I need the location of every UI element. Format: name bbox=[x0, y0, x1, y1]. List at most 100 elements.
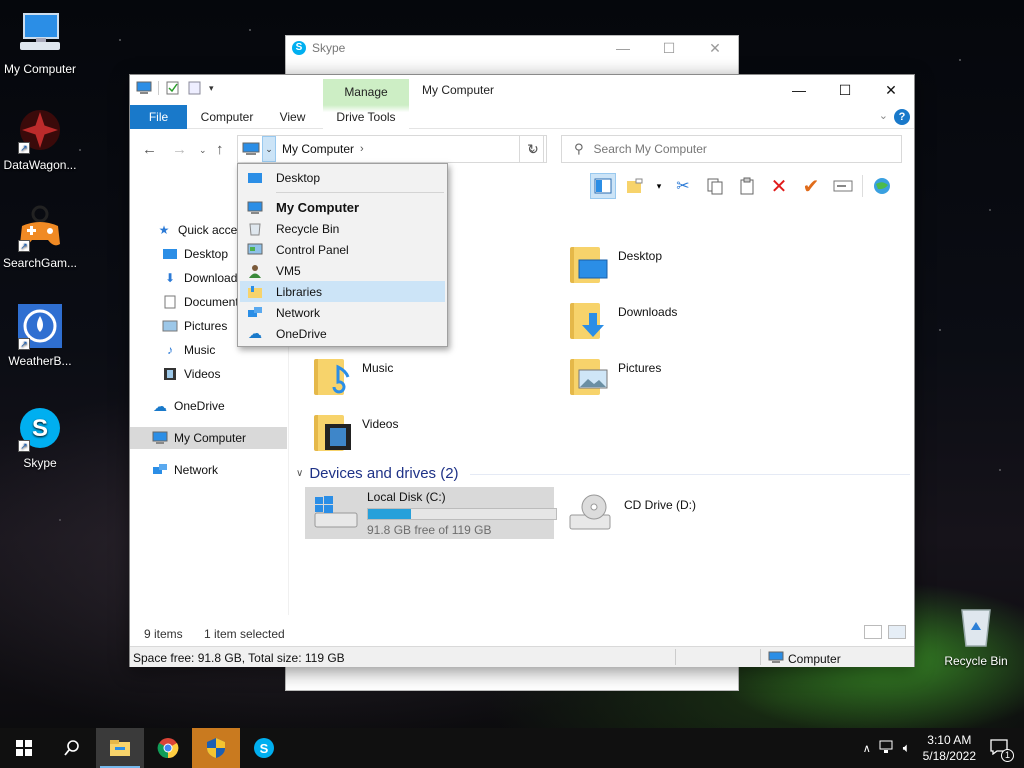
menu-item-recycle-bin[interactable]: Recycle Bin bbox=[240, 218, 445, 239]
status-bar: 9 items 1 item selected bbox=[130, 623, 914, 645]
tab-file[interactable]: File bbox=[130, 105, 187, 129]
checkmark-icon[interactable]: ✔ bbox=[798, 173, 824, 199]
folder-desktop[interactable]: Desktop bbox=[568, 241, 788, 289]
forward-arrow-icon[interactable]: → bbox=[172, 141, 187, 158]
properties-icon[interactable] bbox=[165, 81, 181, 95]
search-input[interactable]: Search My Computer bbox=[594, 142, 707, 156]
cloud-icon: ☁ bbox=[248, 325, 262, 341]
large-icons-view-icon[interactable] bbox=[888, 625, 906, 639]
qat-dropdown-icon[interactable]: ▾ bbox=[209, 83, 214, 94]
globe-icon[interactable] bbox=[869, 173, 895, 199]
folder-downloads[interactable]: Downloads bbox=[568, 297, 788, 345]
copy-icon[interactable] bbox=[702, 173, 728, 199]
desktop-icon-weatherbug[interactable]: ↗ WeatherB... bbox=[0, 302, 80, 368]
drive-cd-d[interactable]: CD Drive (D:) bbox=[562, 487, 802, 539]
recent-locations-icon[interactable]: ⌄ bbox=[199, 145, 207, 156]
delete-icon[interactable]: ✕ bbox=[766, 173, 792, 199]
skype-close-button[interactable]: ✕ bbox=[692, 36, 738, 60]
desktop-icon-searchgames[interactable]: ↗ SearchGam... bbox=[0, 204, 80, 270]
sidebar-item-documents[interactable]: Documents bbox=[162, 291, 240, 313]
address-bar[interactable]: ⌄ My Computer › ⌄ bbox=[237, 135, 544, 163]
menu-item-label: Recycle Bin bbox=[276, 221, 340, 236]
sidebar-item-my-computer[interactable]: My Computer bbox=[130, 427, 287, 449]
minimize-button[interactable]: — bbox=[776, 75, 822, 105]
tab-view[interactable]: View bbox=[270, 105, 315, 129]
film-icon bbox=[162, 366, 178, 382]
network-icon bbox=[246, 305, 264, 321]
network-tray-icon[interactable] bbox=[879, 740, 895, 757]
command-toolbar: ▾ ✂ ✕ ✔ bbox=[590, 171, 895, 201]
devices-and-drives-header[interactable]: ∨ Devices and drives (2) bbox=[296, 465, 459, 482]
desktop-icon-label: My Computer bbox=[3, 62, 77, 76]
new-folder-icon[interactable] bbox=[622, 173, 648, 199]
up-arrow-icon[interactable]: ↑ bbox=[216, 141, 224, 158]
sidebar-item-onedrive[interactable]: ☁ OneDrive bbox=[152, 395, 225, 417]
refresh-button[interactable]: ↻ bbox=[519, 135, 547, 163]
taskbar-chrome[interactable] bbox=[144, 728, 192, 768]
address-path[interactable]: My Computer bbox=[282, 142, 354, 156]
taskbar-security-app[interactable] bbox=[192, 728, 240, 768]
chevron-right-icon[interactable]: › bbox=[360, 143, 364, 155]
sidebar-item-quick-access[interactable]: ★ Quick access bbox=[156, 219, 244, 241]
volume-icon[interactable]: 🔈︎ bbox=[903, 740, 911, 756]
menu-item-my-computer[interactable]: My Computer bbox=[240, 197, 445, 218]
menu-item-onedrive[interactable]: ☁ OneDrive bbox=[240, 323, 445, 344]
desktop-icon-label: SearchGam... bbox=[2, 256, 78, 270]
notification-center-icon[interactable]: 1 bbox=[990, 738, 1014, 762]
paste-icon[interactable] bbox=[734, 173, 760, 199]
tab-manage[interactable]: Manage bbox=[323, 79, 409, 105]
sidebar-item-label: Quick access bbox=[178, 223, 244, 237]
sidebar-item-desktop[interactable]: Desktop bbox=[162, 243, 228, 265]
rename-icon[interactable] bbox=[830, 173, 856, 199]
sidebar-item-label: My Computer bbox=[174, 431, 247, 445]
folder-pictures[interactable]: Pictures bbox=[568, 353, 788, 401]
skype-maximize-button[interactable]: ☐ bbox=[646, 36, 692, 60]
details-view-icon[interactable] bbox=[864, 625, 882, 639]
sidebar-item-pictures[interactable]: Pictures bbox=[162, 315, 227, 337]
close-button[interactable]: ✕ bbox=[868, 75, 914, 105]
menu-item-vm5[interactable]: VM5 bbox=[240, 260, 445, 281]
cut-icon[interactable]: ✂ bbox=[670, 173, 696, 199]
folder-music[interactable]: Music bbox=[312, 353, 532, 401]
search-button[interactable] bbox=[48, 728, 96, 768]
preview-pane-icon[interactable] bbox=[590, 173, 616, 199]
drive-local-disk-c[interactable]: Local Disk (C:) 91.8 GB free of 119 GB bbox=[305, 487, 557, 539]
ribbon-expand-icon[interactable]: ⌄ bbox=[879, 109, 888, 122]
tab-drive-tools[interactable]: Drive Tools bbox=[323, 105, 409, 129]
start-button[interactable] bbox=[0, 728, 48, 768]
taskbar-skype[interactable]: S bbox=[240, 728, 288, 768]
menu-item-libraries[interactable]: Libraries bbox=[240, 281, 445, 302]
computer-icon bbox=[16, 10, 64, 58]
tab-computer[interactable]: Computer bbox=[193, 105, 261, 129]
sidebar-item-downloads[interactable]: ⬇ Downloads bbox=[162, 267, 240, 289]
explorer-titlebar[interactable]: ▾ Manage My Computer — ☐ ✕ bbox=[130, 75, 914, 105]
chevron-down-icon[interactable]: ▾ bbox=[654, 173, 664, 199]
sidebar-item-network[interactable]: Network bbox=[152, 459, 218, 481]
folder-videos[interactable]: Videos bbox=[312, 409, 532, 457]
desktop-icon-datawagon[interactable]: ↗ DataWagon... bbox=[0, 106, 80, 172]
computer-icon bbox=[152, 430, 168, 446]
taskbar-file-explorer[interactable] bbox=[96, 728, 144, 768]
folder-label: Videos bbox=[362, 417, 399, 431]
menu-item-label: Control Panel bbox=[276, 242, 349, 257]
help-icon[interactable]: ? bbox=[894, 109, 910, 125]
maximize-button[interactable]: ☐ bbox=[822, 75, 868, 105]
desktop-icon-recycle-bin[interactable]: Recycle Bin bbox=[934, 602, 1018, 668]
sidebar-item-videos[interactable]: Videos bbox=[162, 363, 220, 385]
menu-item-network[interactable]: Network bbox=[240, 302, 445, 323]
desktop-icon-my-computer[interactable]: My Computer bbox=[0, 10, 80, 76]
desktop-icon-skype[interactable]: S ↗ Skype bbox=[0, 404, 80, 470]
cd-drive-icon bbox=[568, 493, 616, 533]
search-box[interactable]: ⚲ Search My Computer bbox=[561, 135, 902, 163]
menu-item-control-panel[interactable]: Control Panel bbox=[240, 239, 445, 260]
menu-item-desktop[interactable]: Desktop bbox=[240, 167, 445, 188]
back-arrow-icon[interactable]: ← bbox=[142, 141, 157, 158]
address-root-dropdown[interactable]: ⌄ bbox=[262, 136, 276, 162]
chevron-down-icon[interactable]: ∨ bbox=[296, 468, 303, 479]
clock[interactable]: 3:10 AM 5/18/2022 bbox=[923, 732, 976, 764]
sidebar-item-music[interactable]: ♪ Music bbox=[162, 339, 215, 361]
menu-item-label: OneDrive bbox=[276, 326, 327, 341]
new-folder-icon[interactable] bbox=[187, 81, 203, 95]
skype-minimize-button[interactable]: — bbox=[600, 36, 646, 60]
chevron-up-icon[interactable]: ∧ bbox=[863, 742, 871, 755]
